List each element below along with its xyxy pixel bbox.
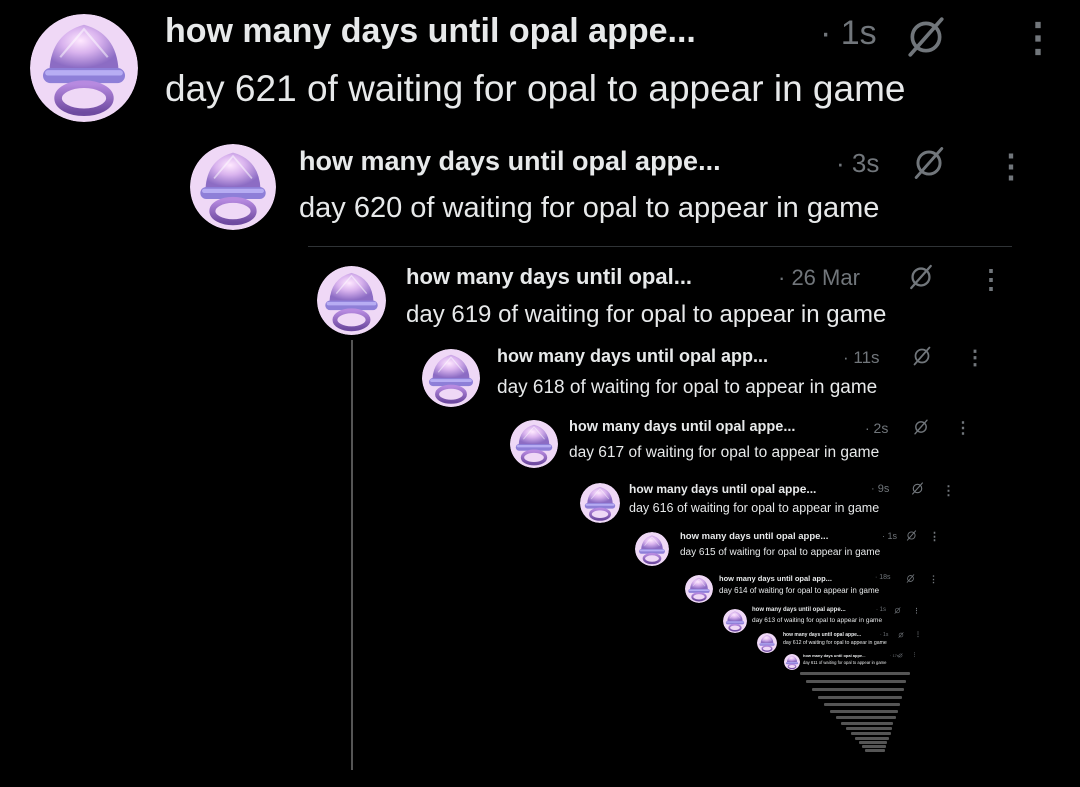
muted-icon (905, 16, 947, 58)
illegible-nested-post (812, 688, 904, 691)
avatar[interactable] (580, 483, 620, 523)
muted-icon (912, 346, 932, 366)
author-name[interactable]: how many days until opal appe... (569, 419, 795, 435)
illegible-nested-post (841, 722, 893, 725)
post-text: day 617 of waiting for opal to appear in… (569, 444, 880, 461)
avatar[interactable] (30, 14, 138, 122)
more-options-icon[interactable]: ⋮ (978, 266, 1004, 292)
avatar[interactable] (317, 266, 386, 335)
more-options-icon[interactable]: ⋮ (913, 608, 920, 615)
avatar[interactable] (635, 532, 669, 566)
author-name[interactable]: how many days until opal appe... (299, 146, 721, 177)
muted-icon (911, 482, 924, 495)
author-name[interactable]: how many days until opal app... (497, 346, 768, 367)
post-text: day 614 of waiting for opal to appear in… (719, 586, 880, 595)
illegible-nested-post (830, 710, 898, 713)
nested-quote-screenshot: how many days until opal appe... · 1s ⋮ da… (0, 0, 1080, 787)
more-options-icon[interactable]: ⋮ (929, 575, 938, 584)
illegible-nested-post (818, 696, 902, 699)
avatar[interactable] (723, 609, 747, 633)
avatar[interactable] (784, 654, 800, 670)
post-text: day 618 of waiting for opal to appear in… (497, 377, 878, 398)
post-timestamp[interactable]: · 11s (843, 348, 880, 368)
avatar[interactable] (685, 575, 713, 603)
post-timestamp[interactable]: · 3s (836, 148, 879, 179)
post-text: day 615 of waiting for opal to appear in… (680, 547, 881, 558)
post-text: day 611 of waiting for opal to appear in… (803, 660, 887, 665)
more-options-icon[interactable]: ⋮ (915, 632, 921, 638)
more-options-icon[interactable]: ⋮ (995, 150, 1027, 182)
post-timestamp[interactable]: · 26 Mar (778, 265, 860, 291)
illegible-nested-post (806, 680, 906, 683)
divider (308, 246, 1012, 247)
author-name[interactable]: how many days until opal app... (719, 574, 832, 583)
illegible-nested-post (859, 741, 887, 744)
post-text: day 616 of waiting for opal to appear in… (629, 501, 880, 515)
muted-icon (908, 264, 934, 290)
author-name[interactable]: how many days until opal appe... (803, 653, 865, 658)
post-text: day 613 of waiting for opal to appear in… (752, 617, 883, 624)
avatar[interactable] (190, 144, 276, 230)
avatar[interactable] (510, 420, 558, 468)
post-timestamp[interactable]: · 1s (820, 14, 877, 53)
post-timestamp[interactable]: · 9s (871, 483, 889, 495)
post-timestamp[interactable]: · 18s (875, 574, 891, 581)
post-timestamp[interactable]: · 1s (880, 632, 888, 638)
illegible-nested-post (862, 745, 886, 748)
thread-connector-line (351, 340, 353, 770)
more-options-icon[interactable]: ⋮ (912, 653, 917, 658)
post-timestamp[interactable]: · 1s (882, 531, 897, 541)
muted-icon (913, 419, 929, 435)
author-name[interactable]: how many days until opal appe... (629, 482, 816, 496)
more-options-icon[interactable]: ⋮ (929, 532, 940, 543)
post-text: day 621 of waiting for opal to appear in… (165, 68, 906, 109)
illegible-nested-post (865, 749, 885, 752)
more-options-icon[interactable]: ⋮ (1018, 18, 1058, 58)
author-name[interactable]: how many days until opal appe... (680, 531, 828, 542)
illegible-nested-post (846, 727, 892, 730)
post-timestamp[interactable]: · 1s (876, 607, 886, 613)
author-name[interactable]: how many days until opal appe... (165, 12, 696, 51)
post-text: day 612 of waiting for opal to appear in… (783, 640, 887, 646)
author-name[interactable]: how many days until opal appe... (752, 607, 846, 613)
muted-icon (906, 530, 917, 541)
avatar[interactable] (757, 633, 777, 653)
illegible-nested-post (851, 732, 891, 735)
illegible-nested-post (855, 737, 889, 740)
author-name[interactable]: how many days until opal... (406, 264, 692, 290)
muted-icon (894, 607, 901, 614)
more-options-icon[interactable]: ⋮ (955, 421, 971, 437)
illegible-nested-post (824, 703, 900, 706)
post-text: day 620 of waiting for opal to appear in… (299, 192, 880, 224)
illegible-nested-post (836, 716, 896, 719)
muted-icon (906, 574, 915, 583)
avatar[interactable] (422, 349, 480, 407)
post-text: day 619 of waiting for opal to appear in… (406, 301, 887, 328)
muted-icon (898, 653, 903, 658)
more-options-icon[interactable]: ⋮ (965, 348, 985, 368)
post-timestamp[interactable]: · 2s (865, 420, 888, 436)
muted-icon (912, 146, 946, 180)
muted-icon (898, 632, 904, 638)
more-options-icon[interactable]: ⋮ (942, 484, 955, 497)
illegible-nested-post (800, 672, 910, 675)
author-name[interactable]: how many days until opal appe... (783, 632, 861, 638)
